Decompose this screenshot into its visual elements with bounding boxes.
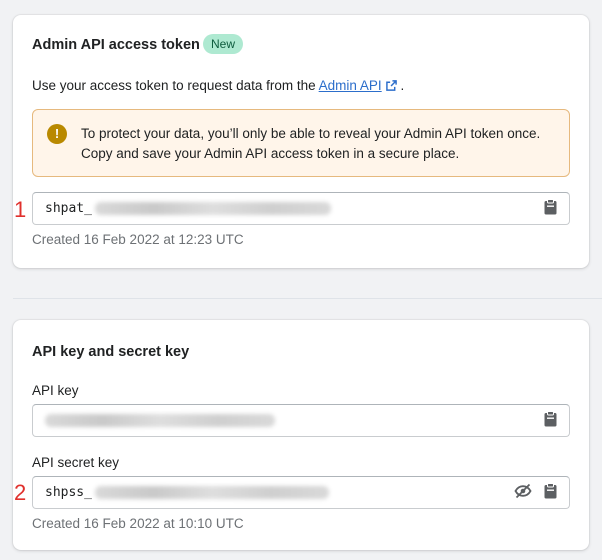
admin-token-description: Use your access token to request data fr… — [32, 78, 404, 94]
copy-admin-token-button[interactable] — [540, 198, 560, 220]
redacted-secret-key — [95, 486, 329, 499]
api-key-field[interactable] — [32, 404, 570, 437]
toggle-secret-visibility-button[interactable] — [513, 483, 533, 503]
secret-key-value: shpss_ — [45, 485, 92, 500]
copy-api-key-button[interactable] — [540, 410, 560, 432]
exclamation-circle-icon: ! — [47, 124, 67, 144]
annotation-marker-2: 2 — [14, 480, 27, 505]
admin-token-field[interactable]: shpat_ — [32, 192, 570, 225]
api-secret-key-field[interactable]: shpss_ — [32, 476, 570, 509]
admin-token-value: shpat_ — [45, 201, 92, 216]
clipboard-icon — [544, 482, 557, 504]
description-prefix: Use your access token to request data fr… — [32, 78, 319, 93]
redacted-token — [95, 202, 331, 215]
section-divider — [13, 298, 602, 299]
api-secret-key-label: API secret key — [32, 455, 120, 470]
clipboard-icon — [544, 410, 557, 432]
new-badge: New — [203, 34, 244, 54]
admin-token-title: Admin API access token — [32, 37, 200, 53]
copy-secret-key-button[interactable] — [540, 482, 560, 504]
api-keys-card: API key and secret key API key API secre… — [13, 320, 589, 550]
api-keys-created: Created 16 Feb 2022 at 10:10 UTC — [32, 516, 244, 531]
description-suffix: . — [396, 78, 405, 93]
clipboard-icon — [544, 198, 557, 220]
eye-slash-icon — [514, 483, 532, 504]
banner-text: To protect your data, you’ll only be abl… — [81, 126, 541, 161]
api-key-label: API key — [32, 383, 79, 398]
api-keys-title: API key and secret key — [32, 344, 190, 360]
external-link-icon[interactable] — [385, 79, 397, 94]
annotation-marker-1: 1 — [14, 197, 27, 222]
warning-banner: ! To protect your data, you’ll only be a… — [32, 109, 570, 177]
admin-api-link[interactable]: Admin API — [319, 78, 382, 93]
redacted-api-key — [45, 414, 275, 427]
admin-token-created: Created 16 Feb 2022 at 12:23 UTC — [32, 232, 244, 247]
admin-api-token-card: Admin API access token New Use your acce… — [13, 15, 589, 268]
